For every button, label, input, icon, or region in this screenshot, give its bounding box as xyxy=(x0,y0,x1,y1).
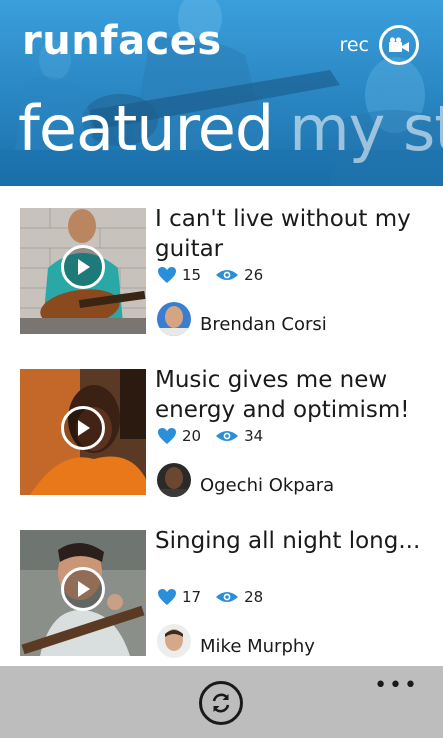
author-name: Brendan Corsi xyxy=(200,313,327,335)
tab-my-stream[interactable]: my strea xyxy=(289,92,443,165)
eye-icon xyxy=(216,431,239,441)
author-name: Mike Murphy xyxy=(200,635,315,657)
pivot-header: featuredmy strea xyxy=(18,92,443,165)
views: 28 xyxy=(215,588,263,606)
more-icon[interactable]: ••• xyxy=(374,675,419,697)
views: 34 xyxy=(215,427,263,445)
refresh-button[interactable] xyxy=(199,681,243,725)
avatar xyxy=(157,463,191,497)
header: runfaces rec featuredmy strea xyxy=(0,0,443,186)
video-list: I can't live without my guitar 15 26 Bre… xyxy=(0,186,443,666)
likes: 20 xyxy=(157,427,201,445)
eye-icon xyxy=(216,270,239,280)
video-thumbnail[interactable] xyxy=(20,369,146,495)
refresh-icon xyxy=(212,693,230,713)
app-logo: runfaces xyxy=(22,18,222,64)
video-title: I can't live without my guitar xyxy=(155,206,411,262)
avatar xyxy=(157,302,191,336)
author-name: Ogechi Okpara xyxy=(200,474,335,496)
video-list-item[interactable]: Singing all night long... 17 28 Mike Mur… xyxy=(0,528,443,666)
play-icon[interactable] xyxy=(61,245,105,289)
video-list-item[interactable]: I can't live without my guitar 15 26 Bre… xyxy=(0,206,443,348)
record-button[interactable]: rec xyxy=(339,22,419,68)
likes-count: 17 xyxy=(182,588,202,606)
video-title: Music gives me new energy and optimism! xyxy=(155,367,410,423)
likes: 15 xyxy=(157,266,201,284)
tab-featured[interactable]: featured xyxy=(18,92,274,165)
video-stats: 15 26 xyxy=(157,266,277,284)
app-bar: ••• xyxy=(0,666,443,738)
views: 26 xyxy=(215,266,263,284)
heart-icon xyxy=(158,589,176,605)
likes-count: 20 xyxy=(182,427,202,445)
eye-icon xyxy=(216,592,239,602)
heart-icon xyxy=(158,428,176,444)
video-stats: 17 28 xyxy=(157,588,277,606)
author[interactable]: Ogechi Okpara xyxy=(157,463,334,497)
views-count: 34 xyxy=(244,427,264,445)
video-title: Singing all night long... xyxy=(155,528,421,554)
author[interactable]: Mike Murphy xyxy=(157,624,315,658)
video-camera-icon xyxy=(379,25,419,65)
video-thumbnail[interactable] xyxy=(20,208,146,334)
video-stats: 20 34 xyxy=(157,427,277,445)
likes-count: 15 xyxy=(182,266,202,284)
author[interactable]: Brendan Corsi xyxy=(157,302,327,336)
play-icon[interactable] xyxy=(61,406,105,450)
likes: 17 xyxy=(157,588,201,606)
heart-icon xyxy=(158,267,176,283)
views-count: 26 xyxy=(244,266,264,284)
record-label: rec xyxy=(339,34,369,56)
avatar xyxy=(157,624,191,658)
play-icon[interactable] xyxy=(61,567,105,611)
video-thumbnail[interactable] xyxy=(20,530,146,656)
video-list-item[interactable]: Music gives me new energy and optimism! … xyxy=(0,367,443,509)
views-count: 28 xyxy=(244,588,264,606)
